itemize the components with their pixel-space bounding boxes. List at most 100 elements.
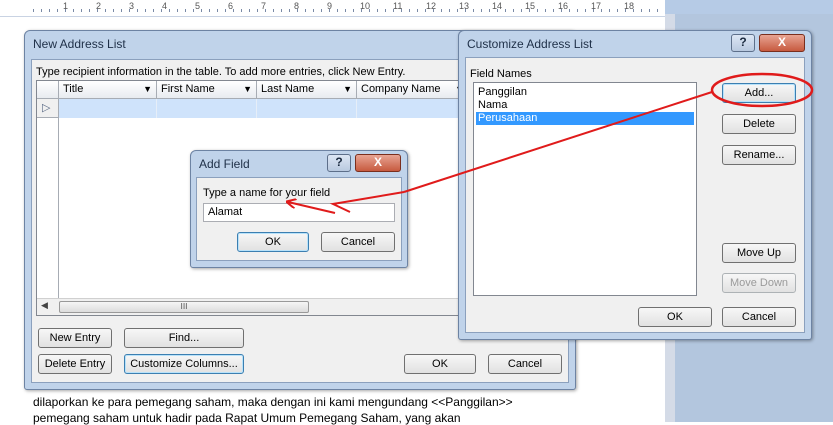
ruler-tick xyxy=(481,9,482,12)
cancel-button[interactable]: Cancel xyxy=(722,307,796,327)
horizontal-ruler[interactable]: 1 2 3 4 5 6 7 8 9 10 11 12 13 14 15 16 17 18 xyxy=(0,0,665,17)
delete-entry-button[interactable]: Delete Entry xyxy=(38,354,112,374)
document-text-line-1: dilaporkan ke para pemegang saham, maka … xyxy=(33,395,513,409)
ok-button[interactable]: OK xyxy=(237,232,309,252)
ruler-number: 5 xyxy=(195,1,201,11)
ruler-number: 10 xyxy=(360,1,371,11)
ruler-tick xyxy=(273,9,274,12)
ruler-tick xyxy=(49,9,50,12)
ruler-tick xyxy=(577,9,578,12)
ruler-tick xyxy=(225,9,226,12)
ruler-tick xyxy=(537,9,538,12)
close-button[interactable]: X xyxy=(355,154,401,172)
column-header-title[interactable]: Title ▼ xyxy=(59,81,157,99)
ruler-tick xyxy=(89,9,90,12)
table-cell-first-name[interactable] xyxy=(157,99,257,118)
ruler-number: 1 xyxy=(63,1,69,11)
ruler-tick xyxy=(305,9,306,12)
list-item-selected[interactable]: Perusahaan xyxy=(476,112,694,125)
cancel-button[interactable]: Cancel xyxy=(488,354,562,374)
ruler-number: 2 xyxy=(96,1,102,11)
ruler-tick xyxy=(201,9,202,12)
ruler-tick xyxy=(217,9,218,12)
dialog-title: Customize Address List xyxy=(467,37,593,51)
dropdown-arrow-icon[interactable]: ▼ xyxy=(143,81,152,98)
ruler-number: 12 xyxy=(426,1,437,11)
document-text-line-2: pemegang saham untuk hadir pada Rapat Um… xyxy=(33,411,461,425)
delete-field-button[interactable]: Delete xyxy=(722,114,796,134)
table-cell-title[interactable] xyxy=(59,99,157,118)
ok-button[interactable]: OK xyxy=(638,307,712,327)
ruler-tick xyxy=(105,9,106,12)
ruler-tick xyxy=(521,9,522,12)
column-header-label: First Name xyxy=(161,83,215,95)
row-header[interactable]: ▷ xyxy=(37,99,59,118)
ruler-tick xyxy=(337,9,338,12)
ruler-tick xyxy=(601,9,602,12)
ruler-tick xyxy=(241,9,242,12)
list-item[interactable]: Panggilan xyxy=(476,86,694,99)
ruler-tick xyxy=(73,9,74,12)
cancel-button[interactable]: Cancel xyxy=(321,232,395,252)
ruler-tick xyxy=(249,9,250,12)
column-header-company-name[interactable]: Company Name▼ xyxy=(357,81,469,99)
ruler-tick xyxy=(113,9,114,12)
ruler-tick xyxy=(505,9,506,12)
list-item[interactable]: Nama xyxy=(476,99,694,112)
ruler-tick xyxy=(121,9,122,12)
ruler-tick xyxy=(417,9,418,12)
add-field-dialog: Add Field ? X Type a name for your field… xyxy=(190,150,408,268)
ruler-number: 8 xyxy=(294,1,300,11)
ruler-tick xyxy=(569,9,570,12)
ruler-number: 17 xyxy=(591,1,602,11)
new-entry-button[interactable]: New Entry xyxy=(38,328,112,348)
help-button[interactable]: ? xyxy=(731,34,755,52)
ruler-number: 7 xyxy=(261,1,267,11)
ruler-number: 11 xyxy=(393,1,403,11)
scrollbar-thumb[interactable]: III xyxy=(59,301,309,313)
ruler-tick xyxy=(641,9,642,12)
ruler-tick xyxy=(321,9,322,12)
add-field-button[interactable]: Add... xyxy=(722,83,796,103)
find-button[interactable]: Find... xyxy=(124,328,244,348)
dropdown-arrow-icon[interactable]: ▼ xyxy=(243,81,252,98)
ruler-tick xyxy=(289,9,290,12)
ruler-tick xyxy=(313,9,314,12)
customize-address-list-dialog: Customize Address List ? X Field Names P… xyxy=(458,30,812,340)
help-button[interactable]: ? xyxy=(327,154,351,172)
ruler-number: 13 xyxy=(459,1,470,11)
ruler-number: 18 xyxy=(624,1,635,11)
ruler-tick xyxy=(209,9,210,12)
column-header-last-name[interactable]: Last Name ▼ xyxy=(257,81,357,99)
ruler-tick xyxy=(585,9,586,12)
ruler-tick xyxy=(649,9,650,12)
field-name-input[interactable]: Alamat xyxy=(203,203,395,222)
ruler-tick xyxy=(153,9,154,12)
close-button[interactable]: X xyxy=(759,34,805,52)
customize-columns-button[interactable]: Customize Columns... xyxy=(124,354,244,374)
ruler-tick xyxy=(233,9,234,12)
move-up-button[interactable]: Move Up xyxy=(722,243,796,263)
scroll-left-icon[interactable]: ◀ xyxy=(41,301,48,311)
table-cell-last-name[interactable] xyxy=(257,99,357,118)
field-names-list[interactable]: Panggilan Nama Perusahaan xyxy=(473,82,697,296)
ok-button[interactable]: OK xyxy=(404,354,476,374)
horizontal-scrollbar[interactable]: ◀ III xyxy=(37,298,469,315)
ruler-number: 16 xyxy=(558,1,569,11)
ruler-tick xyxy=(81,9,82,12)
ruler-tick xyxy=(617,9,618,12)
rename-field-button[interactable]: Rename... xyxy=(722,145,796,165)
column-header-label: Title xyxy=(63,83,84,95)
field-name-prompt: Type a name for your field xyxy=(203,187,331,199)
ruler-tick xyxy=(169,9,170,12)
column-header-first-name[interactable]: First Name ▼ xyxy=(157,81,257,99)
ruler-tick xyxy=(377,9,378,12)
dialog-title: Add Field xyxy=(199,157,250,171)
move-down-button[interactable]: Move Down xyxy=(722,273,796,293)
table-cell-company-name[interactable] xyxy=(357,99,469,118)
ruler-number: 3 xyxy=(129,1,135,11)
dialog-body: Type a name for your field Alamat OK Can… xyxy=(196,177,402,261)
ruler-tick xyxy=(473,9,474,12)
ruler-tick xyxy=(137,9,138,12)
dropdown-arrow-icon[interactable]: ▼ xyxy=(343,81,352,98)
